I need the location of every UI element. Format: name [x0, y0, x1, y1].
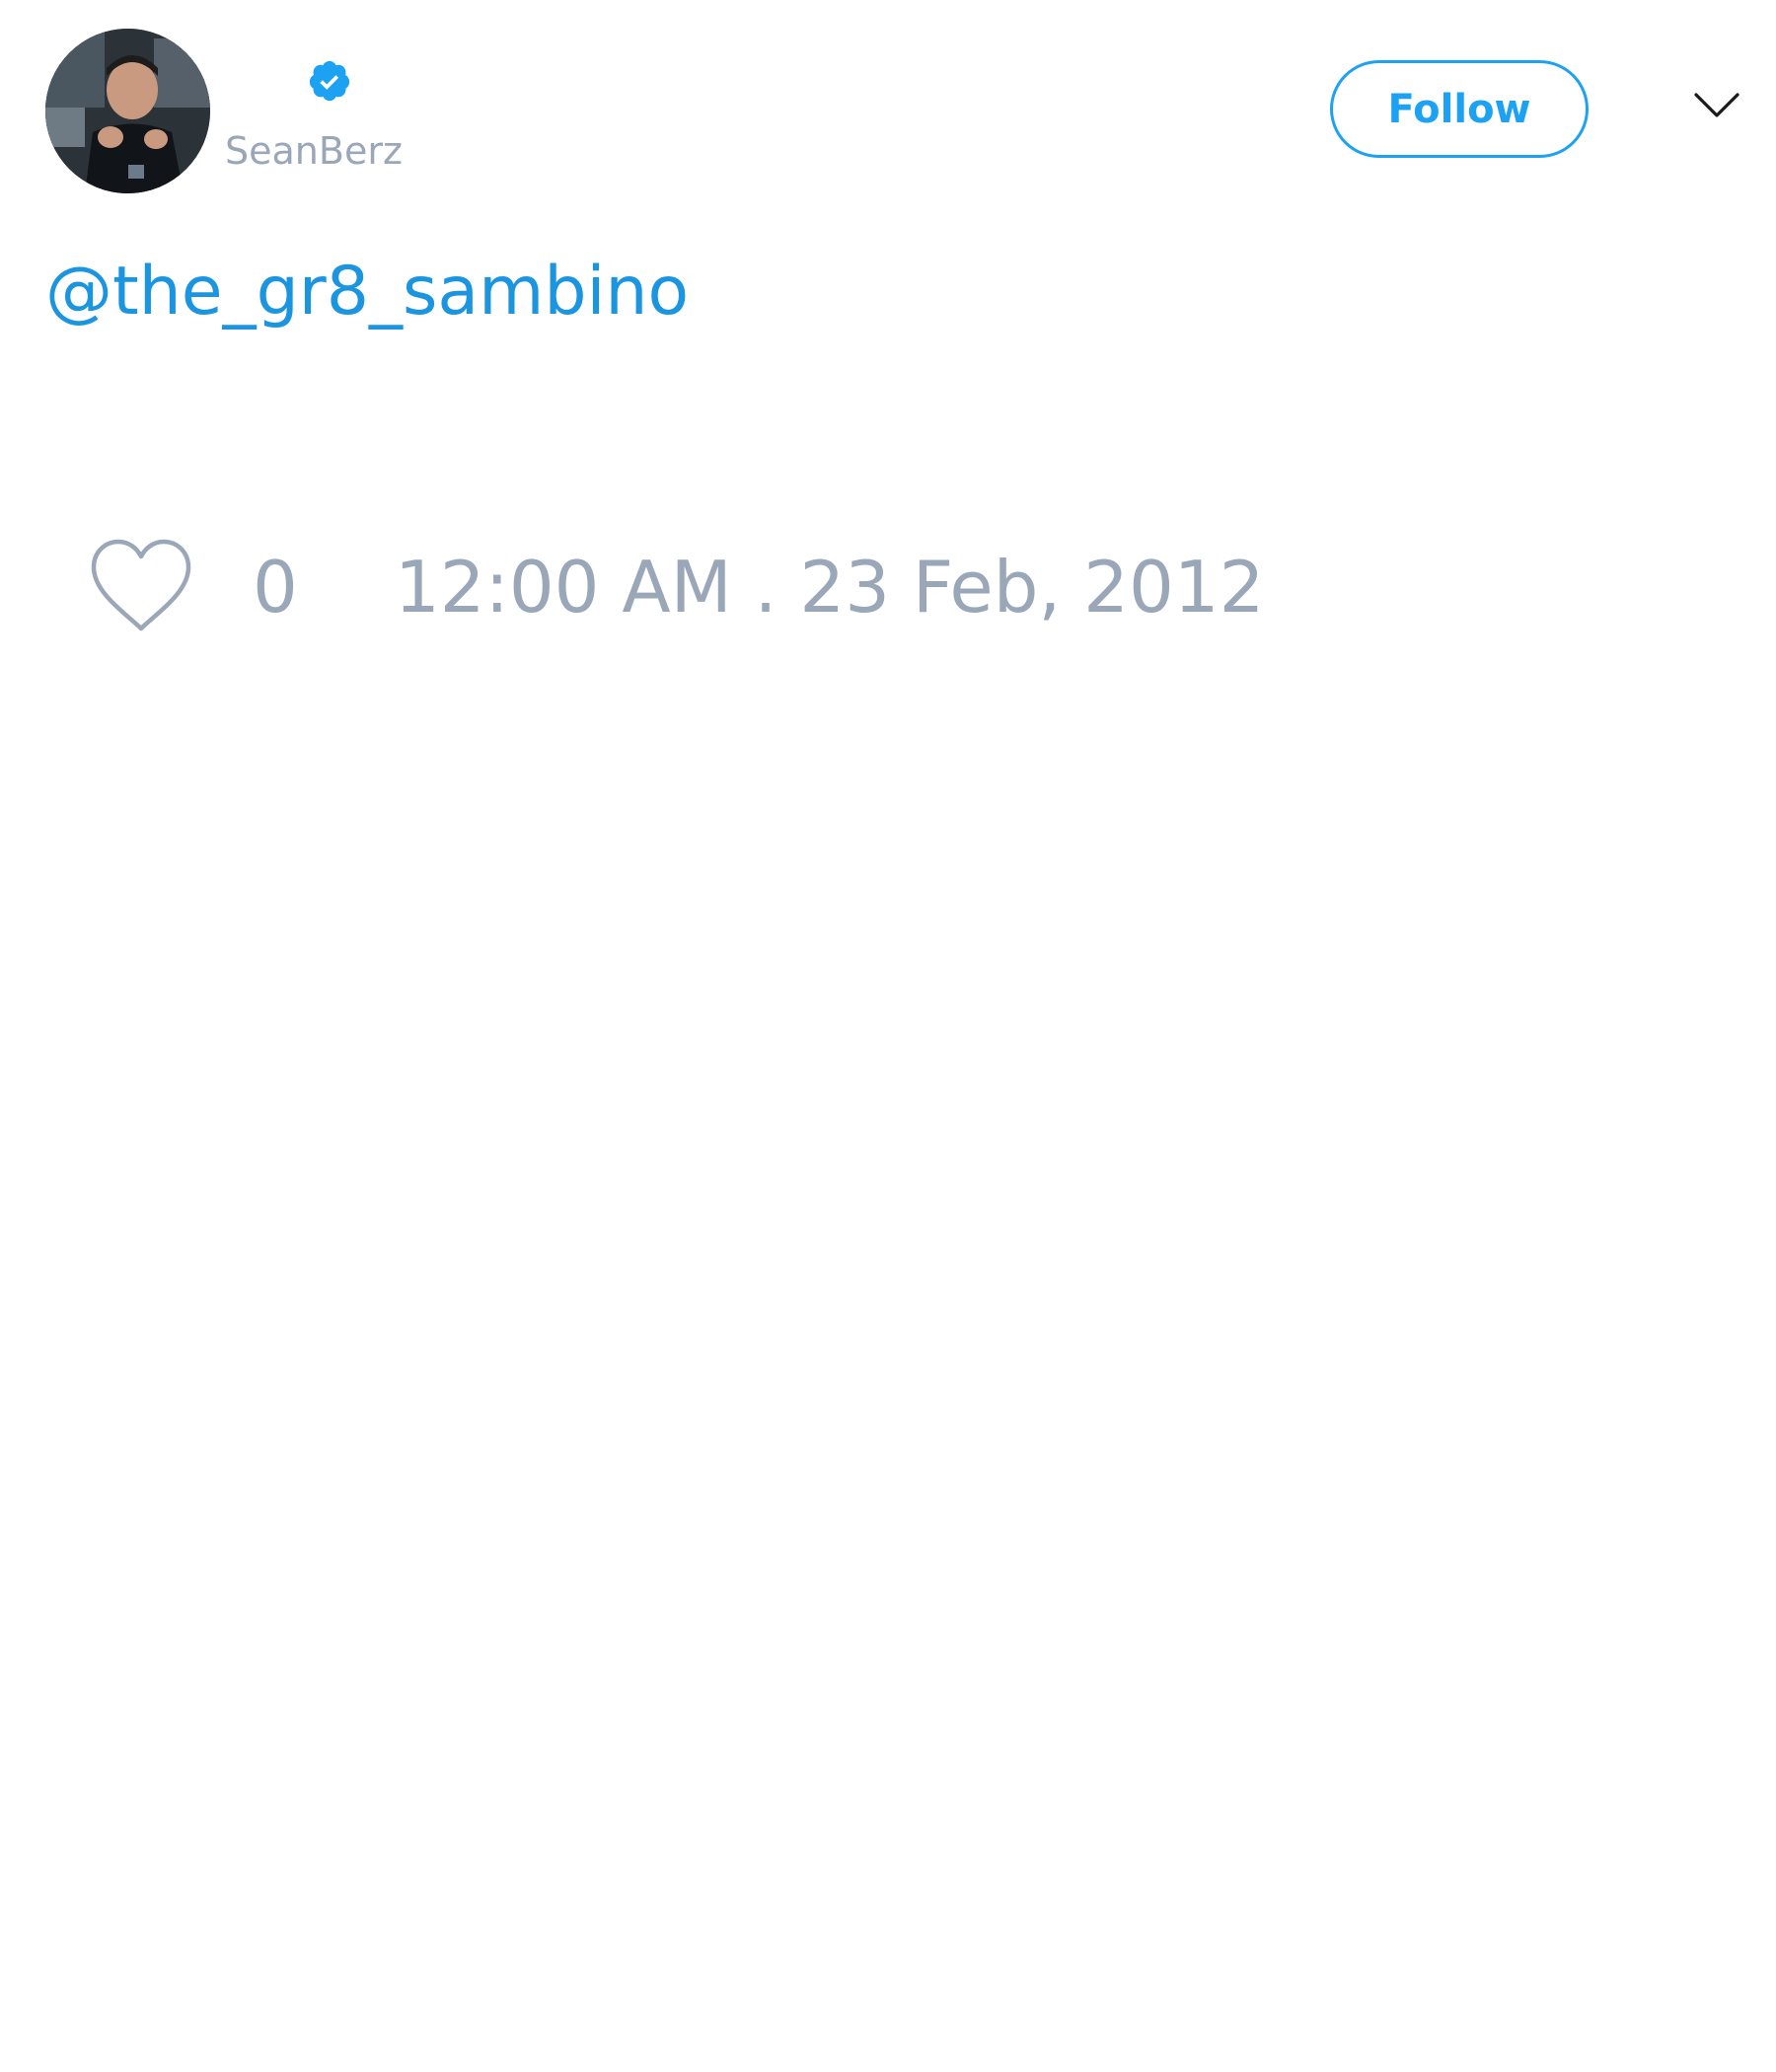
- heart-outline-icon[interactable]: [88, 538, 194, 634]
- avatar[interactable]: [45, 29, 210, 193]
- follow-button[interactable]: Follow: [1330, 60, 1589, 158]
- verified-badge-icon: [309, 60, 350, 102]
- tweet-timestamp[interactable]: 12:00 AM . 23 Feb, 2012: [395, 545, 1264, 629]
- author-username[interactable]: SeanBerz: [225, 125, 403, 177]
- chevron-down-icon[interactable]: [1693, 90, 1740, 121]
- tweet-card: SeanBerz Follow @the_gr8_sambino 0 12:00…: [0, 0, 1776, 2072]
- like-count: 0: [253, 546, 298, 629]
- tweet-text-mention[interactable]: @the_gr8_sambino: [45, 250, 689, 334]
